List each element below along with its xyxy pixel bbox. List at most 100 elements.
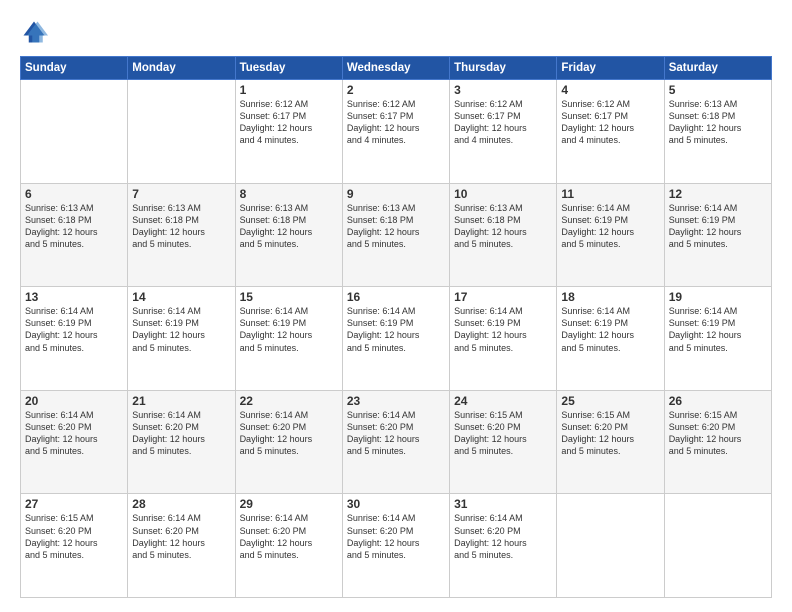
day-info: Sunrise: 6:14 AM Sunset: 6:20 PM Dayligh… [347, 512, 445, 561]
calendar-day-cell: 6Sunrise: 6:13 AM Sunset: 6:18 PM Daylig… [21, 183, 128, 287]
day-info: Sunrise: 6:12 AM Sunset: 6:17 PM Dayligh… [347, 98, 445, 147]
calendar-day-cell: 4Sunrise: 6:12 AM Sunset: 6:17 PM Daylig… [557, 80, 664, 184]
calendar-day-cell: 14Sunrise: 6:14 AM Sunset: 6:19 PM Dayli… [128, 287, 235, 391]
weekday-header: Tuesday [235, 57, 342, 80]
day-info: Sunrise: 6:14 AM Sunset: 6:19 PM Dayligh… [454, 305, 552, 354]
calendar-day-cell: 19Sunrise: 6:14 AM Sunset: 6:19 PM Dayli… [664, 287, 771, 391]
day-info: Sunrise: 6:14 AM Sunset: 6:20 PM Dayligh… [347, 409, 445, 458]
day-number: 1 [240, 83, 338, 97]
day-info: Sunrise: 6:13 AM Sunset: 6:18 PM Dayligh… [132, 202, 230, 251]
page: SundayMondayTuesdayWednesdayThursdayFrid… [0, 0, 792, 612]
day-number: 24 [454, 394, 552, 408]
day-number: 21 [132, 394, 230, 408]
day-number: 9 [347, 187, 445, 201]
day-info: Sunrise: 6:13 AM Sunset: 6:18 PM Dayligh… [454, 202, 552, 251]
day-number: 30 [347, 497, 445, 511]
day-number: 12 [669, 187, 767, 201]
calendar-day-cell: 11Sunrise: 6:14 AM Sunset: 6:19 PM Dayli… [557, 183, 664, 287]
logo [20, 18, 52, 46]
day-info: Sunrise: 6:15 AM Sunset: 6:20 PM Dayligh… [25, 512, 123, 561]
day-number: 16 [347, 290, 445, 304]
calendar-day-cell: 7Sunrise: 6:13 AM Sunset: 6:18 PM Daylig… [128, 183, 235, 287]
calendar-day-cell: 8Sunrise: 6:13 AM Sunset: 6:18 PM Daylig… [235, 183, 342, 287]
day-info: Sunrise: 6:14 AM Sunset: 6:19 PM Dayligh… [561, 305, 659, 354]
day-info: Sunrise: 6:15 AM Sunset: 6:20 PM Dayligh… [454, 409, 552, 458]
weekday-header: Friday [557, 57, 664, 80]
day-info: Sunrise: 6:13 AM Sunset: 6:18 PM Dayligh… [240, 202, 338, 251]
calendar-week-row: 27Sunrise: 6:15 AM Sunset: 6:20 PM Dayli… [21, 494, 772, 598]
weekday-row: SundayMondayTuesdayWednesdayThursdayFrid… [21, 57, 772, 80]
weekday-header: Wednesday [342, 57, 449, 80]
day-info: Sunrise: 6:14 AM Sunset: 6:20 PM Dayligh… [240, 409, 338, 458]
day-number: 18 [561, 290, 659, 304]
header [20, 18, 772, 46]
calendar-day-cell: 22Sunrise: 6:14 AM Sunset: 6:20 PM Dayli… [235, 390, 342, 494]
weekday-header: Saturday [664, 57, 771, 80]
day-info: Sunrise: 6:14 AM Sunset: 6:19 PM Dayligh… [240, 305, 338, 354]
calendar-day-cell [21, 80, 128, 184]
day-info: Sunrise: 6:14 AM Sunset: 6:20 PM Dayligh… [454, 512, 552, 561]
day-info: Sunrise: 6:14 AM Sunset: 6:20 PM Dayligh… [132, 512, 230, 561]
calendar-day-cell: 17Sunrise: 6:14 AM Sunset: 6:19 PM Dayli… [450, 287, 557, 391]
day-info: Sunrise: 6:13 AM Sunset: 6:18 PM Dayligh… [669, 98, 767, 147]
day-info: Sunrise: 6:12 AM Sunset: 6:17 PM Dayligh… [561, 98, 659, 147]
day-number: 3 [454, 83, 552, 97]
calendar-day-cell: 13Sunrise: 6:14 AM Sunset: 6:19 PM Dayli… [21, 287, 128, 391]
day-number: 10 [454, 187, 552, 201]
day-info: Sunrise: 6:15 AM Sunset: 6:20 PM Dayligh… [561, 409, 659, 458]
day-number: 2 [347, 83, 445, 97]
calendar-day-cell: 3Sunrise: 6:12 AM Sunset: 6:17 PM Daylig… [450, 80, 557, 184]
day-number: 22 [240, 394, 338, 408]
weekday-header: Sunday [21, 57, 128, 80]
day-number: 13 [25, 290, 123, 304]
calendar-day-cell [557, 494, 664, 598]
day-info: Sunrise: 6:14 AM Sunset: 6:19 PM Dayligh… [561, 202, 659, 251]
day-number: 29 [240, 497, 338, 511]
day-info: Sunrise: 6:15 AM Sunset: 6:20 PM Dayligh… [669, 409, 767, 458]
calendar-day-cell: 9Sunrise: 6:13 AM Sunset: 6:18 PM Daylig… [342, 183, 449, 287]
day-number: 17 [454, 290, 552, 304]
day-number: 27 [25, 497, 123, 511]
calendar-day-cell: 29Sunrise: 6:14 AM Sunset: 6:20 PM Dayli… [235, 494, 342, 598]
calendar-day-cell: 28Sunrise: 6:14 AM Sunset: 6:20 PM Dayli… [128, 494, 235, 598]
day-number: 25 [561, 394, 659, 408]
day-number: 20 [25, 394, 123, 408]
calendar-week-row: 20 Sunrise: 6:14 AM Sunset: 6:20 PM Dayli… [21, 390, 772, 494]
calendar-day-cell: 27Sunrise: 6:15 AM Sunset: 6:20 PM Dayli… [21, 494, 128, 598]
day-info: Sunrise: 6:14 AM Sunset: 6:19 PM Dayligh… [669, 202, 767, 251]
day-info: Sunrise: 6:14 AM Sunset: 6:19 PM Dayligh… [132, 305, 230, 354]
day-info: Sunrise: 6:14 AM Sunset: 6:20 PM Dayligh… [240, 512, 338, 561]
calendar-day-cell: 31Sunrise: 6:14 AM Sunset: 6:20 PM Dayli… [450, 494, 557, 598]
calendar-day-cell: 12Sunrise: 6:14 AM Sunset: 6:19 PM Dayli… [664, 183, 771, 287]
calendar-day-cell: 25Sunrise: 6:15 AM Sunset: 6:20 PM Dayli… [557, 390, 664, 494]
calendar-day-cell: 21Sunrise: 6:14 AM Sunset: 6:20 PM Dayli… [128, 390, 235, 494]
calendar-body: 1 Sunrise: 6:12 AM Sunset: 6:17 PM Daylig… [21, 80, 772, 598]
calendar-day-cell: 2Sunrise: 6:12 AM Sunset: 6:17 PM Daylig… [342, 80, 449, 184]
day-number: 11 [561, 187, 659, 201]
day-number: 8 [240, 187, 338, 201]
calendar-day-cell: 10Sunrise: 6:13 AM Sunset: 6:18 PM Dayli… [450, 183, 557, 287]
day-info: Sunrise: 6:13 AM Sunset: 6:18 PM Dayligh… [25, 202, 123, 251]
day-number: 15 [240, 290, 338, 304]
calendar-day-cell [664, 494, 771, 598]
calendar-day-cell: 18Sunrise: 6:14 AM Sunset: 6:19 PM Dayli… [557, 287, 664, 391]
day-number: 28 [132, 497, 230, 511]
day-info: Sunrise: 6:14 AM Sunset: 6:19 PM Dayligh… [25, 305, 123, 354]
day-info: Sunrise: 6:14 AM Sunset: 6:20 PM Dayligh… [132, 409, 230, 458]
day-number: 6 [25, 187, 123, 201]
day-number: 14 [132, 290, 230, 304]
day-number: 26 [669, 394, 767, 408]
calendar-day-cell: 30Sunrise: 6:14 AM Sunset: 6:20 PM Dayli… [342, 494, 449, 598]
calendar-day-cell: 5Sunrise: 6:13 AM Sunset: 6:18 PM Daylig… [664, 80, 771, 184]
day-number: 19 [669, 290, 767, 304]
calendar-day-cell: 16Sunrise: 6:14 AM Sunset: 6:19 PM Dayli… [342, 287, 449, 391]
calendar-week-row: 6Sunrise: 6:13 AM Sunset: 6:18 PM Daylig… [21, 183, 772, 287]
day-number: 4 [561, 83, 659, 97]
calendar-header: SundayMondayTuesdayWednesdayThursdayFrid… [21, 57, 772, 80]
logo-icon [20, 18, 48, 46]
calendar-day-cell: 20Sunrise: 6:14 AM Sunset: 6:20 PM Dayli… [21, 390, 128, 494]
calendar-week-row: 1 Sunrise: 6:12 AM Sunset: 6:17 PM Daylig… [21, 80, 772, 184]
weekday-header: Monday [128, 57, 235, 80]
calendar-day-cell: 15Sunrise: 6:14 AM Sunset: 6:19 PM Dayli… [235, 287, 342, 391]
weekday-header: Thursday [450, 57, 557, 80]
